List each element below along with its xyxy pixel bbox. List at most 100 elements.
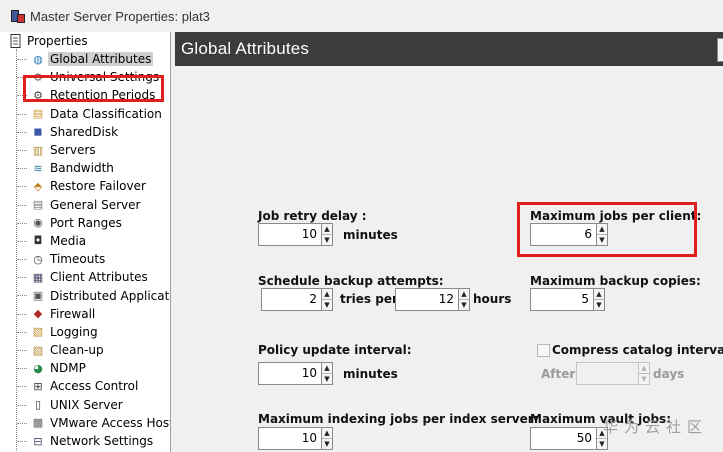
spin-down-icon[interactable]: ▼ — [594, 299, 604, 310]
spin-down-icon[interactable]: ▼ — [322, 234, 332, 245]
policy-update-interval-field[interactable]: 10 — [258, 362, 322, 385]
tree-connector — [17, 331, 27, 333]
unix-server-icon: ▯ — [34, 398, 42, 412]
tree-connector — [17, 404, 27, 406]
tree-connector — [17, 222, 27, 224]
tree-item-timeouts[interactable]: ◷ Timeouts — [0, 250, 170, 268]
tree-connector — [17, 59, 27, 60]
header-edge-control[interactable] — [717, 38, 723, 62]
tree-item-label: NDMP — [50, 361, 86, 376]
max-backup-copies-field[interactable]: 5 — [530, 288, 594, 311]
compress-days-unit: days — [653, 367, 685, 381]
spin-up-icon[interactable]: ▲ — [322, 428, 332, 438]
tree-item-media[interactable]: ◘ Media — [0, 232, 170, 250]
tree-connector — [17, 368, 27, 370]
window-title: Master Server Properties: plat3 — [30, 8, 210, 24]
max-vault-jobs-spinner[interactable]: 50 ▲ ▼ — [530, 427, 608, 450]
panel-header: Global Attributes — [175, 32, 723, 66]
watermark-text: 华为云社区 — [603, 418, 709, 436]
max-backup-copies-spinner[interactable]: 5 ▲ ▼ — [530, 288, 605, 311]
servers-icon: ▥ — [32, 143, 44, 157]
backup-hours-spinner[interactable]: 12 ▲ ▼ — [395, 288, 470, 311]
backup-tries-spinner[interactable]: 2 ▲ ▼ — [261, 288, 333, 311]
job-retry-delay-spinner[interactable]: 10 ▲ ▼ — [258, 223, 333, 246]
tree-item-global-attributes[interactable]: ◍ Global Attributes — [0, 50, 170, 68]
media-icon: ◘ — [33, 234, 43, 248]
spin-down-icon[interactable]: ▼ — [322, 373, 332, 384]
max-indexing-jobs-field[interactable]: 10 — [258, 427, 322, 450]
job-retry-delay-field[interactable]: 10 — [258, 223, 322, 246]
spin-down-icon[interactable]: ▼ — [597, 438, 607, 449]
job-retry-delay-label: Job retry delay : — [258, 209, 367, 223]
tree-item-label: Firewall — [50, 306, 96, 321]
tree-item-ndmp[interactable]: ◕ NDMP — [0, 359, 170, 377]
compress-after-label: After — [541, 367, 576, 381]
tree-item-label: SharedDisk — [50, 124, 119, 139]
tree-item-clean-up[interactable]: ▨ Clean-up — [0, 341, 170, 359]
tree-item-label: Clean-up — [50, 343, 104, 358]
distributed-app-icon: ▣ — [32, 289, 44, 303]
spin-down-icon[interactable]: ▼ — [322, 438, 332, 449]
tree-item-servers[interactable]: ▥ Servers — [0, 141, 170, 159]
tree-connector — [17, 422, 27, 424]
tree-item-port-ranges[interactable]: ◉ Port Ranges — [0, 214, 170, 232]
tree-connector — [17, 204, 27, 206]
spin-up-icon[interactable]: ▲ — [639, 363, 649, 373]
window-titlebar: Master Server Properties: plat3 — [0, 0, 723, 32]
bandwidth-icon: ≋ — [33, 161, 43, 175]
restore-failover-icon: ⬘ — [33, 179, 43, 193]
tree-item-client-attributes[interactable]: ▦ Client Attributes — [0, 268, 170, 286]
tree-item-shareddisk[interactable]: ◼ SharedDisk — [0, 123, 170, 141]
tree-item-unix-server[interactable]: ▯ UNIX Server — [0, 396, 170, 414]
spin-up-icon[interactable]: ▲ — [322, 224, 332, 234]
spin-up-icon[interactable]: ▲ — [594, 289, 604, 299]
tree-item-general-server[interactable]: ▤ General Server — [0, 196, 170, 214]
schedule-backup-attempts-label: Schedule backup attempts: — [258, 274, 444, 288]
tree-item-label: Network Settings — [50, 434, 154, 449]
tree-item-label: Port Ranges — [50, 215, 122, 230]
data-classification-icon: ▤ — [32, 107, 44, 121]
tree-connector — [17, 313, 27, 315]
cleanup-icon: ▨ — [32, 343, 44, 357]
tree-item-data-classification[interactable]: ▤ Data Classification — [0, 105, 170, 123]
properties-tree[interactable]: Properties ◍ Global Attributes ⚙ Universal … — [0, 32, 171, 452]
spin-up-icon[interactable]: ▲ — [322, 363, 332, 373]
ndmp-icon: ◕ — [33, 361, 43, 375]
panel-title: Global Attributes — [181, 39, 310, 58]
max-jobs-highlight-box — [517, 202, 697, 257]
tree-item-restore-failover[interactable]: ⬘ Restore Failover — [0, 177, 170, 195]
tree-connector — [17, 113, 27, 115]
tree-item-firewall[interactable]: ◆ Firewall — [0, 305, 170, 323]
spin-down-icon[interactable]: ▼ — [459, 299, 469, 310]
tree-item-access-control[interactable]: ⊞ Access Control — [0, 377, 170, 395]
tree-connector — [17, 295, 27, 297]
spin-down-icon[interactable]: ▼ — [322, 299, 332, 310]
policy-update-interval-spinner[interactable]: 10 ▲ ▼ — [258, 362, 333, 385]
tree-item-logging[interactable]: ▧ Logging — [0, 323, 170, 341]
max-vault-jobs-field[interactable]: 50 — [530, 427, 597, 450]
tree-item-network-settings[interactable]: ⊟ Network Settings — [0, 432, 170, 450]
max-indexing-jobs-spinner[interactable]: 10 ▲ ▼ — [258, 427, 333, 450]
tree-item-vmware-access-host[interactable]: ▩ VMware Access Host — [0, 414, 170, 432]
backup-hours-field[interactable]: 12 — [395, 288, 459, 311]
tree-item-distributed-applicati[interactable]: ▣ Distributed Applicati — [0, 286, 170, 304]
tree-connector — [17, 440, 27, 442]
compress-days-spinner[interactable]: ▲ ▼ — [576, 362, 650, 385]
backup-tries-field[interactable]: 2 — [261, 288, 322, 311]
app-icon — [10, 9, 25, 23]
compress-catalog-checkbox[interactable] — [537, 344, 550, 357]
tries-per-unit: tries per — [340, 292, 398, 306]
spin-down-icon[interactable]: ▼ — [639, 373, 649, 384]
spin-up-icon[interactable]: ▲ — [322, 289, 332, 299]
tree-item-label: Bandwidth — [50, 161, 114, 176]
compress-days-field[interactable] — [576, 362, 639, 385]
tree-item-bandwidth[interactable]: ≋ Bandwidth — [0, 159, 170, 177]
globe-icon: ◍ — [33, 52, 43, 66]
tree-item-label: Timeouts — [50, 252, 106, 267]
selection-highlight-box — [23, 75, 164, 102]
tree-item-label: Data Classification — [50, 106, 162, 121]
tree-root-properties[interactable]: Properties — [10, 34, 88, 48]
spin-up-icon[interactable]: ▲ — [459, 289, 469, 299]
properties-icon — [10, 34, 21, 48]
access-control-icon: ⊞ — [33, 379, 43, 393]
